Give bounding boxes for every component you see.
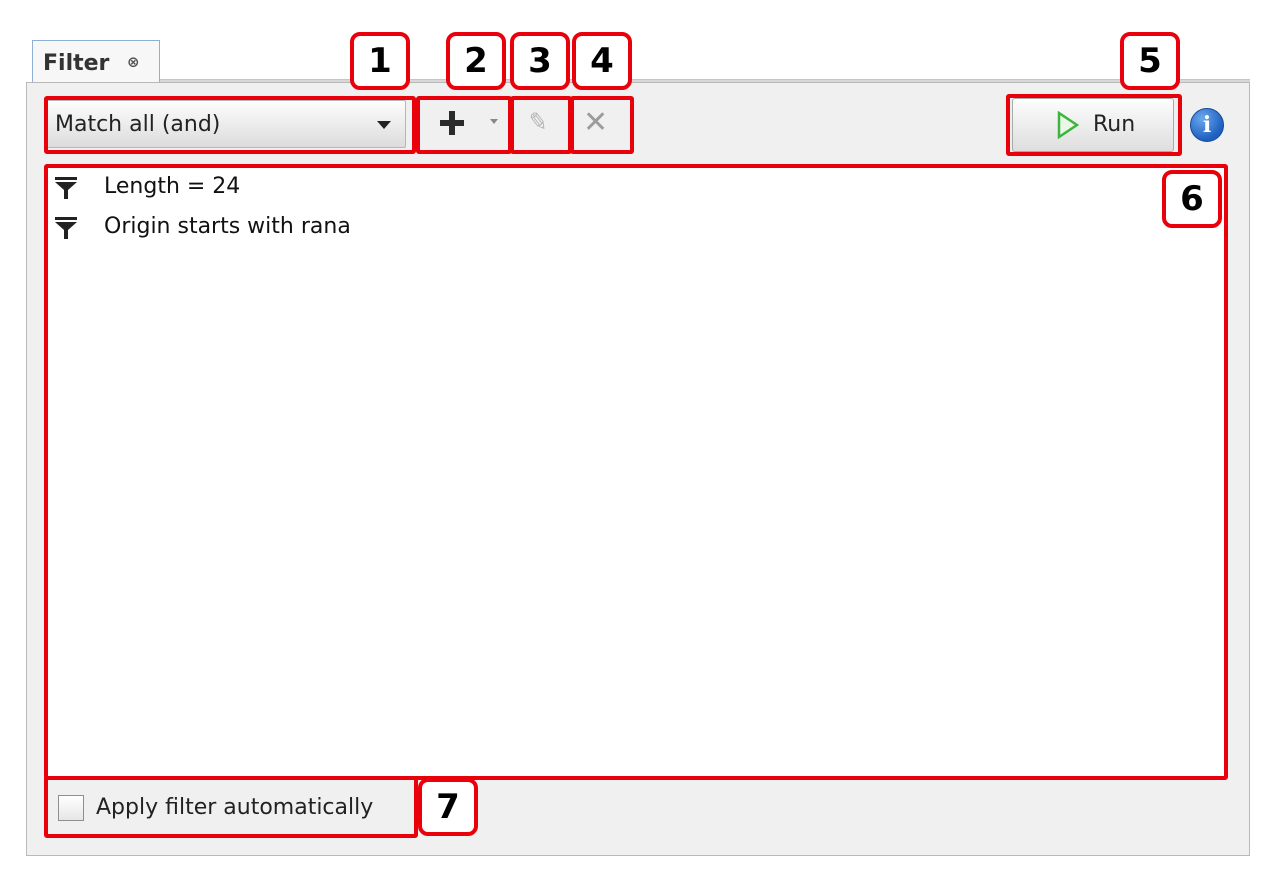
annotation-label-3: 3 (510, 32, 570, 90)
info-icon[interactable]: i (1190, 108, 1224, 142)
annotation-label-1: 1 (350, 32, 410, 90)
annotation-box-7 (44, 776, 418, 838)
annotation-label-7: 7 (418, 778, 478, 836)
annotation-box-1 (44, 96, 416, 154)
tab-filter-label: Filter (43, 51, 110, 76)
annotation-box-6 (44, 164, 1228, 780)
annotation-box-4 (570, 96, 634, 154)
annotation-label-4: 4 (572, 32, 632, 90)
annotation-label-5: 5 (1120, 32, 1180, 90)
annotation-box-5 (1006, 94, 1182, 156)
annotation-label-6: 6 (1162, 170, 1222, 228)
tab-filter[interactable]: Filter ⊗ (32, 40, 160, 84)
annotation-label-2: 2 (446, 32, 506, 90)
tab-close-icon[interactable]: ⊗ (127, 53, 140, 71)
annotation-box-3 (510, 96, 572, 154)
annotation-box-2 (416, 96, 512, 154)
